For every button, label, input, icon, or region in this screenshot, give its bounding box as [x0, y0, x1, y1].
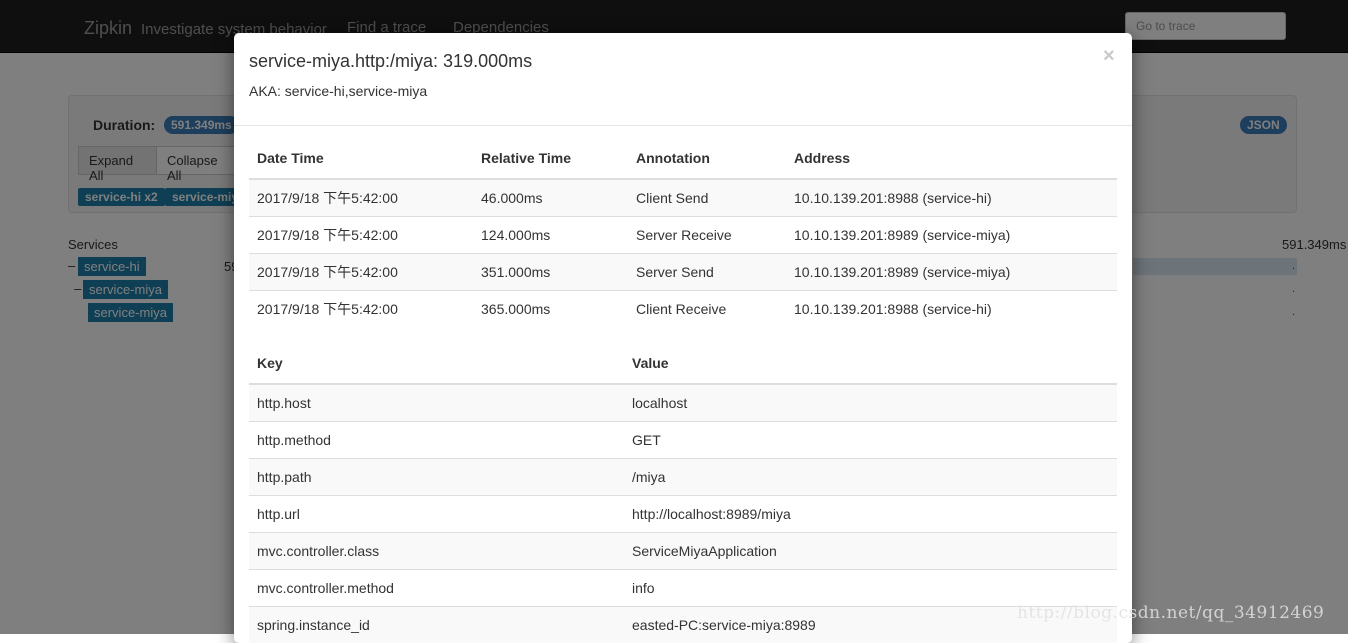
annotation-cell: Server Send	[628, 254, 786, 291]
table-row: 2017/9/18 下午5:42:00 46.000ms Client Send…	[249, 179, 1117, 217]
table-row: http.url http://localhost:8989/miya	[249, 496, 1117, 533]
column-header: Annotation	[628, 137, 786, 179]
tag-value-cell: http://localhost:8989/miya	[624, 496, 1117, 533]
tag-key-cell: http.method	[249, 422, 624, 459]
tag-value-cell: ServiceMiyaApplication	[624, 533, 1117, 570]
table-row: http.host localhost	[249, 384, 1117, 422]
date-time-cell: 2017/9/18 下午5:42:00	[249, 217, 473, 254]
close-icon[interactable]: ×	[1103, 45, 1115, 68]
tag-key-cell: mvc.controller.class	[249, 533, 624, 570]
relative-time-cell: 124.000ms	[473, 217, 628, 254]
tag-value-cell: localhost	[624, 384, 1117, 422]
table-row: spring.instance_id easted-PC:service-miy…	[249, 607, 1117, 643]
tag-value-cell: GET	[624, 422, 1117, 459]
annotation-cell: Client Receive	[628, 291, 786, 328]
column-header: Date Time	[249, 137, 473, 179]
column-header: Value	[624, 342, 1117, 384]
annotation-cell: Client Send	[628, 179, 786, 217]
table-row: 2017/9/18 下午5:42:00 351.000ms Server Sen…	[249, 254, 1117, 291]
annotations-table: Date Time Relative Time Annotation Addre…	[249, 137, 1117, 327]
address-cell: 10.10.139.201:8989 (service-miya)	[786, 217, 1117, 254]
table-row: http.method GET	[249, 422, 1117, 459]
tag-key-cell: mvc.controller.method	[249, 570, 624, 607]
column-header: Key	[249, 342, 624, 384]
relative-time-cell: 46.000ms	[473, 179, 628, 217]
table-row: mvc.controller.method info	[249, 570, 1117, 607]
table-row: 2017/9/18 下午5:42:00 124.000ms Server Rec…	[249, 217, 1117, 254]
address-cell: 10.10.139.201:8988 (service-hi)	[786, 291, 1117, 328]
tag-key-cell: spring.instance_id	[249, 607, 624, 643]
address-cell: 10.10.139.201:8988 (service-hi)	[786, 179, 1117, 217]
modal-title: service-miya.http:/miya: 319.000ms	[249, 51, 532, 72]
tags-table: Key Value http.host localhost http.metho…	[249, 342, 1117, 643]
watermark-text: http://blog.csdn.net/qq_34912469	[1017, 603, 1324, 623]
date-time-cell: 2017/9/18 下午5:42:00	[249, 291, 473, 328]
modal-header: service-miya.http:/miya: 319.000ms AKA: …	[234, 33, 1132, 126]
table-row: http.path /miya	[249, 459, 1117, 496]
tag-key-cell: http.path	[249, 459, 624, 496]
modal-aka: AKA: service-hi,service-miya	[249, 83, 427, 99]
date-time-cell: 2017/9/18 下午5:42:00	[249, 179, 473, 217]
span-detail-modal: service-miya.http:/miya: 319.000ms AKA: …	[234, 33, 1132, 643]
tag-key-cell: http.url	[249, 496, 624, 533]
relative-time-cell: 365.000ms	[473, 291, 628, 328]
table-row: 2017/9/18 下午5:42:00 365.000ms Client Rec…	[249, 291, 1117, 328]
table-row: mvc.controller.class ServiceMiyaApplicat…	[249, 533, 1117, 570]
date-time-cell: 2017/9/18 下午5:42:00	[249, 254, 473, 291]
relative-time-cell: 351.000ms	[473, 254, 628, 291]
tag-value-cell: info	[624, 570, 1117, 607]
tag-value-cell: /miya	[624, 459, 1117, 496]
annotation-cell: Server Receive	[628, 217, 786, 254]
table-header-row: Date Time Relative Time Annotation Addre…	[249, 137, 1117, 179]
column-header: Address	[786, 137, 1117, 179]
tag-key-cell: http.host	[249, 384, 624, 422]
table-header-row: Key Value	[249, 342, 1117, 384]
address-cell: 10.10.139.201:8989 (service-miya)	[786, 254, 1117, 291]
column-header: Relative Time	[473, 137, 628, 179]
